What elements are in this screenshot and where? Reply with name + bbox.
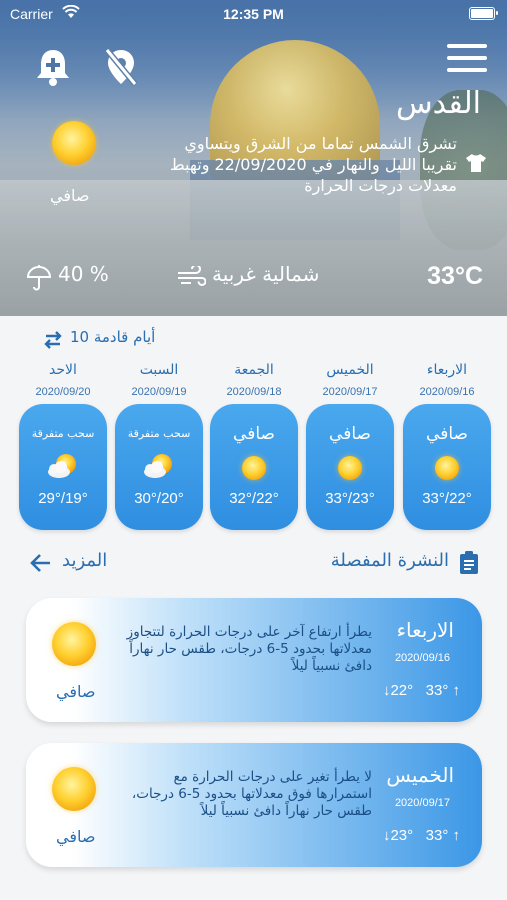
day-header: الخميس 2020/09/17 xyxy=(306,362,394,398)
wind-direction: شمالية غربية xyxy=(212,262,320,286)
day-date: 2020/09/16 xyxy=(419,386,475,398)
forecast-date: 2020/09/17 xyxy=(394,797,450,809)
current-temperature: 33°C xyxy=(427,262,483,290)
sun-icon xyxy=(242,456,266,480)
day-card[interactable]: صافي 32°/22° xyxy=(210,404,298,530)
umbrella-icon xyxy=(27,265,51,291)
day-temp-range: 33°/22° xyxy=(422,490,472,507)
forecast-low: 22° xyxy=(390,682,414,699)
battery-icon xyxy=(469,7,498,20)
swap-arrows-icon[interactable] xyxy=(42,331,64,349)
forecast-low: 23° xyxy=(390,827,414,844)
forecast-temps: ↓23° 33° ↑ xyxy=(383,827,460,844)
day-name: الجمعة xyxy=(234,362,274,378)
detailed-forecast-title[interactable]: النشرة المفصلة xyxy=(331,550,449,571)
forecast-date: 2020/09/16 xyxy=(394,652,450,664)
arrow-left-icon[interactable] xyxy=(30,553,52,573)
forecast-temps: ↓22° 33° ↑ xyxy=(383,682,460,699)
forecast-text: لا يطرأ تغير على درجات الحرارة مع استمرا… xyxy=(131,769,372,819)
weather-description: تشرق الشمس تماما من الشرق ويتساوي تقريبا… xyxy=(169,134,457,195)
forecast-high: 33° xyxy=(425,827,449,844)
day-date: 2020/09/18 xyxy=(226,386,282,398)
cloud-sun-icon xyxy=(48,454,76,478)
day-name: الاحد xyxy=(49,362,77,378)
day-header: السبت 2020/09/19 xyxy=(115,362,203,398)
arrow-up-icon: ↑ xyxy=(448,827,460,844)
location-off-button[interactable] xyxy=(101,46,141,88)
tshirt-icon xyxy=(466,154,486,172)
menu-button[interactable] xyxy=(447,44,487,72)
day-temp-range: 32°/22° xyxy=(229,490,279,507)
forecast-condition: صافي xyxy=(56,827,96,846)
day-card[interactable]: صافي 33°/23° xyxy=(306,404,394,530)
forecast-day: الخميس xyxy=(386,763,454,787)
day-card[interactable]: سحب متفرقة 30°/20° xyxy=(115,404,203,530)
day-header: الجمعة 2020/09/18 xyxy=(210,362,298,398)
sun-icon xyxy=(338,456,362,480)
forecast-card[interactable]: الخميس 2020/09/17 ↓23° 33° ↑ لا يطرأ تغي… xyxy=(26,743,482,867)
arrow-up-icon: ↑ xyxy=(448,682,460,699)
rain-chance: 40 % xyxy=(58,262,109,286)
day-condition: صافي xyxy=(233,424,275,444)
day-date: 2020/09/17 xyxy=(322,386,378,398)
day-condition: سحب متفرقة xyxy=(31,427,95,440)
day-temp-range: 29°/19° xyxy=(38,490,88,507)
sun-icon xyxy=(52,121,96,165)
cloud-sun-icon xyxy=(144,454,172,478)
day-card[interactable]: سحب متفرقة 29°/19° xyxy=(19,404,107,530)
clipboard-icon xyxy=(460,551,478,574)
day-temp-range: 30°/20° xyxy=(134,490,184,507)
day-date: 2020/09/20 xyxy=(35,386,91,398)
wind-icon xyxy=(178,266,206,286)
day-name: السبت xyxy=(139,362,179,378)
day-condition: صافي xyxy=(426,424,468,444)
day-date: 2020/09/19 xyxy=(131,386,187,398)
current-condition: صافي xyxy=(50,186,90,205)
forecast-card[interactable]: الاربعاء 2020/09/16 ↓22° 33° ↑ يطرأ ارتف… xyxy=(26,598,482,722)
forecast-day: الاربعاء xyxy=(396,618,454,642)
day-temp-range: 33°/23° xyxy=(325,490,375,507)
add-notification-button[interactable] xyxy=(33,46,73,88)
status-bar: Carrier 12:35 PM xyxy=(0,0,507,28)
day-card[interactable]: صافي 33°/22° xyxy=(403,404,491,530)
location-off-icon xyxy=(104,48,138,86)
forecast-text: يطرأ ارتفاع آخر على درجات الحرارة لتتجاو… xyxy=(126,624,372,674)
day-name: الاربعاء xyxy=(426,362,468,378)
next-days-label: 10 أيام قادمة xyxy=(70,328,156,346)
more-link[interactable]: المزيد xyxy=(62,550,107,571)
city-name: القدس xyxy=(395,86,481,121)
sun-icon xyxy=(435,456,459,480)
forecast-condition: صافي xyxy=(56,682,96,701)
sun-icon xyxy=(52,767,96,811)
sun-icon xyxy=(52,622,96,666)
day-header: الاحد 2020/09/20 xyxy=(19,362,107,398)
clock: 12:35 PM xyxy=(223,6,284,22)
day-condition: سحب متفرقة xyxy=(127,427,191,440)
day-header: الاربعاء 2020/09/16 xyxy=(403,362,491,398)
day-condition: صافي xyxy=(329,424,371,444)
forecast-high: 33° xyxy=(425,682,449,699)
day-name: الخميس xyxy=(326,362,374,378)
hamburger-icon xyxy=(447,44,487,48)
bell-plus-icon xyxy=(37,50,69,86)
